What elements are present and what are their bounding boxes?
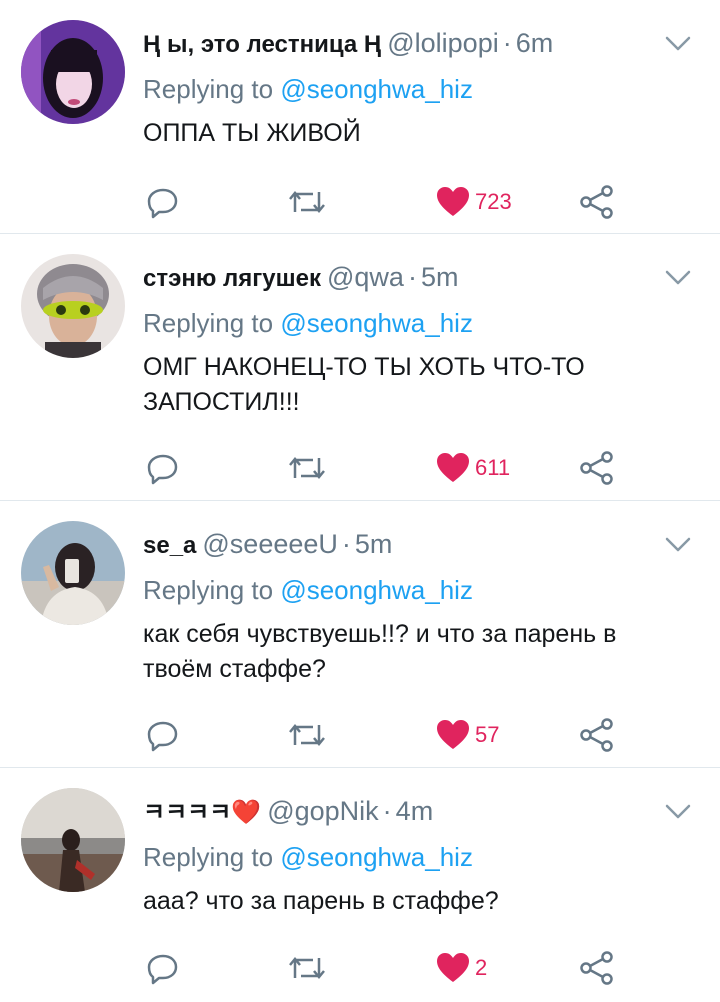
heart-icon — [437, 953, 469, 982]
tweet-header: стэню лягушек @qwa · 5m — [143, 260, 458, 296]
retweet-icon — [289, 457, 325, 479]
like-button[interactable]: 57 — [435, 715, 499, 755]
display-name[interactable]: ㅋㅋㅋㅋ❤️ — [143, 799, 261, 826]
like-button[interactable]: 611 — [435, 448, 510, 488]
retweet-button[interactable] — [287, 948, 327, 988]
replying-to-label: Replying to — [143, 842, 274, 872]
share-icon — [580, 951, 613, 985]
retweet-button[interactable] — [287, 715, 327, 755]
avatar-image — [21, 521, 125, 625]
display-name[interactable]: стэню лягушек — [143, 265, 321, 292]
tweet[interactable]: se_a @seeeeeU · 5m Replying to @seonghwa_hi… — [0, 501, 720, 768]
retweet-icon — [289, 724, 325, 746]
like-button[interactable]: 723 — [435, 182, 512, 222]
avatar-image — [21, 254, 125, 358]
reply-button[interactable] — [145, 715, 181, 755]
heart-icon — [437, 187, 469, 216]
like-count: 611 — [475, 455, 511, 480]
avatar-image — [21, 20, 125, 124]
tweet[interactable]: Ⱨ ы, это лестница Ⱨ @lolipopi · 6m Replying… — [0, 0, 720, 234]
replying-to: Replying to @seonghwa_hiz — [143, 306, 473, 340]
like-count: 2 — [475, 955, 488, 980]
chevron-down-icon[interactable] — [664, 535, 692, 555]
reply-button[interactable] — [145, 948, 181, 988]
separator-dot: · — [502, 28, 512, 58]
tweet-header: ㅋㅋㅋㅋ❤️ @gopNik · 4m — [143, 794, 433, 830]
separator-dot: · — [341, 529, 351, 559]
mention-link[interactable]: @seonghwa_hiz — [280, 842, 473, 872]
tweet-text: ОППА ТЫ ЖИВОЙ — [143, 119, 361, 147]
reply-icon — [147, 188, 178, 219]
separator-dot: · — [382, 796, 392, 826]
username[interactable]: @gopNik — [267, 796, 378, 826]
action-bar: 611 — [143, 448, 643, 488]
timestamp[interactable]: 4m — [396, 796, 434, 826]
tweet[interactable]: стэню лягушек @qwa · 5m Replying to @seongh… — [0, 234, 720, 501]
tweet-text: ааа? что за парень в стаффе? — [143, 887, 499, 915]
heart-icon — [437, 720, 469, 749]
tweet-text: как себя чувствуешь!!? и что за парень в… — [143, 620, 617, 683]
tweet[interactable]: ㅋㅋㅋㅋ❤️ @gopNik · 4m Replying to @seonghwa_h… — [0, 768, 720, 1002]
action-bar: 57 — [143, 715, 643, 755]
separator-dot: · — [407, 262, 417, 292]
share-button[interactable] — [579, 182, 615, 222]
avatar[interactable] — [21, 788, 125, 892]
mention-link[interactable]: @seonghwa_hiz — [280, 308, 473, 338]
username[interactable]: @seeeeeU — [202, 529, 338, 559]
reply-icon — [147, 954, 178, 985]
reply-icon — [147, 721, 178, 752]
display-name[interactable]: se_a — [143, 532, 196, 559]
reply-button[interactable] — [145, 448, 181, 488]
username[interactable]: @lolipopi — [387, 28, 498, 58]
share-icon — [580, 718, 613, 752]
avatar[interactable] — [21, 20, 125, 124]
retweet-button[interactable] — [287, 182, 327, 222]
share-button[interactable] — [579, 715, 615, 755]
avatar-image — [21, 788, 125, 892]
replying-to: Replying to @seonghwa_hiz — [143, 840, 473, 874]
avatar[interactable] — [21, 521, 125, 625]
like-count: 723 — [475, 189, 512, 214]
chevron-down-icon[interactable] — [664, 802, 692, 822]
username[interactable]: @qwa — [327, 262, 404, 292]
chevron-down-icon[interactable] — [664, 268, 692, 288]
share-icon — [580, 185, 613, 219]
replying-to-label: Replying to — [143, 308, 274, 338]
share-button[interactable] — [579, 948, 615, 988]
chevron-down-icon[interactable] — [664, 34, 692, 54]
like-count: 57 — [475, 722, 500, 747]
action-bar: 723 — [143, 182, 643, 222]
retweet-icon — [289, 191, 325, 213]
action-bar: 2 — [143, 948, 643, 988]
tweet-text: ОМГ НАКОНЕЦ-ТО ТЫ ХОТЬ ЧТО-ТО ЗАПОСТИЛ!!… — [143, 353, 585, 416]
reply-button[interactable] — [145, 182, 181, 222]
replying-to-label: Replying to — [143, 74, 274, 104]
timestamp[interactable]: 6m — [516, 28, 554, 58]
tweet-header: Ⱨ ы, это лестница Ⱨ @lolipopi · 6m — [143, 26, 553, 62]
replying-to: Replying to @seonghwa_hiz — [143, 573, 473, 607]
retweet-button[interactable] — [287, 448, 327, 488]
replying-to: Replying to @seonghwa_hiz — [143, 72, 473, 106]
display-name[interactable]: Ⱨ ы, это лестница Ⱨ — [143, 31, 381, 58]
share-icon — [580, 451, 613, 485]
mention-link[interactable]: @seonghwa_hiz — [280, 74, 473, 104]
replying-to-label: Replying to — [143, 575, 274, 605]
heart-icon — [437, 453, 469, 482]
reply-icon — [147, 454, 178, 485]
mention-link[interactable]: @seonghwa_hiz — [280, 575, 473, 605]
like-button[interactable]: 2 — [435, 948, 487, 988]
timestamp[interactable]: 5m — [421, 262, 459, 292]
tweet-header: se_a @seeeeeU · 5m — [143, 527, 392, 563]
retweet-icon — [289, 957, 325, 979]
share-button[interactable] — [579, 448, 615, 488]
timestamp[interactable]: 5m — [355, 529, 393, 559]
avatar[interactable] — [21, 254, 125, 358]
